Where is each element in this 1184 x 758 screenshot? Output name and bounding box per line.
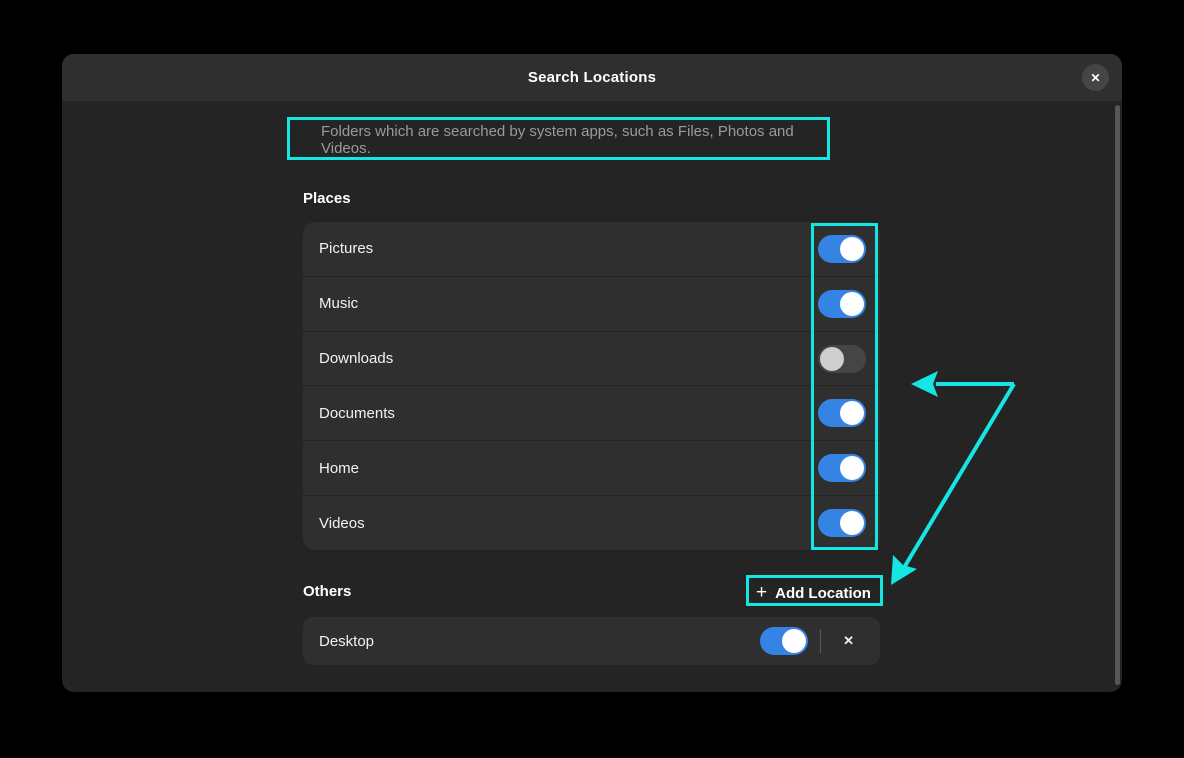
toggle-knob: [840, 292, 864, 316]
row-label: Pictures: [319, 240, 818, 257]
toggle-switch[interactable]: [818, 235, 866, 263]
dialog-titlebar[interactable]: Search Locations ✕: [62, 54, 1122, 101]
toggle-knob: [840, 456, 864, 480]
row-label: Desktop: [319, 633, 760, 650]
dialog-description: Folders which are searched by system app…: [303, 120, 843, 160]
list-item-pictures: Pictures: [303, 222, 880, 276]
dialog-title: Search Locations: [528, 69, 656, 86]
toggle-switch[interactable]: [818, 345, 866, 373]
toggle-switch[interactable]: [818, 399, 866, 427]
toggle-switch[interactable]: [818, 290, 866, 318]
row-label: Music: [319, 295, 818, 312]
others-section-heading: Others: [303, 583, 351, 600]
row-label: Documents: [319, 405, 818, 422]
scrollbar-thumb[interactable]: [1115, 105, 1120, 685]
desktop-background: Search Locations ✕ Folders which are sea…: [0, 0, 1184, 758]
remove-location-button[interactable]: ✕: [835, 631, 862, 651]
others-list: Desktop ✕: [303, 617, 880, 665]
places-list: Pictures Music Downloads Documents Home …: [303, 222, 880, 550]
add-location-label: Add Location: [775, 585, 871, 602]
toggle-knob: [840, 237, 864, 261]
plus-icon: +: [756, 583, 767, 602]
toggle-knob: [840, 401, 864, 425]
remove-icon: ✕: [843, 633, 854, 648]
toggle-knob: [782, 629, 806, 653]
row-label: Videos: [319, 515, 818, 532]
list-item-home: Home: [303, 440, 880, 495]
add-location-button[interactable]: + Add Location: [750, 578, 877, 609]
places-section-heading: Places: [303, 190, 351, 207]
list-item-music: Music: [303, 276, 880, 331]
toggle-knob: [840, 511, 864, 535]
toggle-switch[interactable]: [760, 627, 808, 655]
toggle-switch[interactable]: [818, 454, 866, 482]
toggle-knob: [820, 347, 844, 371]
row-label: Home: [319, 460, 818, 477]
list-item-desktop: Desktop ✕: [303, 617, 880, 665]
list-item-videos: Videos: [303, 495, 880, 550]
search-locations-dialog: Search Locations ✕ Folders which are sea…: [62, 54, 1122, 692]
close-icon: ✕: [1090, 71, 1100, 85]
row-label: Downloads: [319, 350, 818, 367]
vertical-divider: [820, 629, 821, 653]
close-button[interactable]: ✕: [1082, 64, 1109, 91]
list-item-downloads: Downloads: [303, 331, 880, 386]
toggle-switch[interactable]: [818, 509, 866, 537]
list-item-documents: Documents: [303, 385, 880, 440]
